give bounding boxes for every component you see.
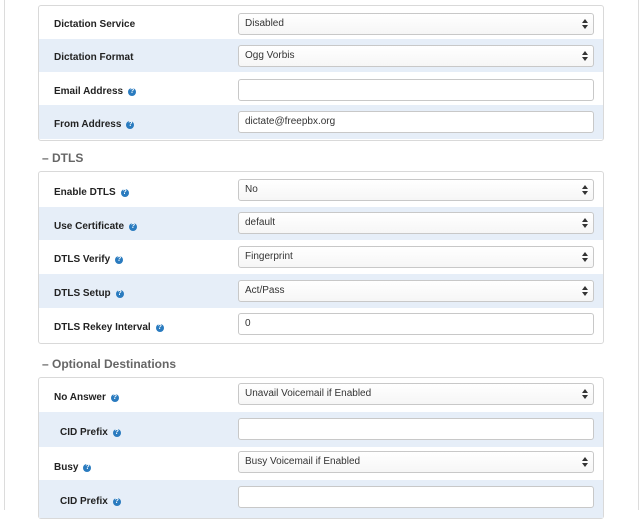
select-arrows-icon	[582, 216, 588, 230]
use-certificate-label: Use Certificate ?	[54, 221, 138, 232]
voicemail-settings-group: Dictation Service Disabled Dictation For…	[38, 5, 604, 141]
select-arrows-icon	[582, 250, 588, 264]
dtls-settings-group: Enable DTLS ? No Use Certificate ? defau…	[38, 171, 604, 344]
enable-dtls-label: Enable DTLS ?	[54, 187, 129, 198]
enable-dtls-select[interactable]: No	[238, 179, 594, 201]
select-arrows-icon	[582, 17, 588, 31]
help-icon[interactable]: ?	[129, 222, 138, 231]
email-address-input[interactable]	[238, 79, 594, 101]
dtls-setup-label: DTLS Setup ?	[54, 288, 124, 299]
help-icon[interactable]: ?	[112, 497, 121, 506]
no-answer-label: No Answer ?	[54, 392, 119, 403]
dtls-rekey-interval-input[interactable]: 0	[238, 313, 594, 335]
from-address-input[interactable]: dictate@freepbx.org	[238, 111, 594, 133]
select-arrows-icon	[582, 183, 588, 197]
dictation-format-label: Dictation Format	[54, 52, 134, 63]
optional-destinations-group: No Answer ? Unavail Voicemail if Enabled…	[38, 377, 604, 519]
dtls-section-title[interactable]: – DTLS	[42, 151, 83, 165]
from-address-row: From Address ? dictate@freepbx.org	[39, 105, 603, 139]
dictation-service-select[interactable]: Disabled	[238, 13, 594, 35]
help-icon[interactable]: ?	[120, 188, 129, 197]
busy-cid-prefix-row: CID Prefix ?	[39, 480, 603, 518]
enable-dtls-row: Enable DTLS ? No	[39, 172, 603, 207]
select-arrows-icon	[582, 49, 588, 63]
dictation-service-label: Dictation Service	[54, 19, 136, 30]
help-icon[interactable]: ?	[126, 120, 135, 129]
help-icon[interactable]: ?	[115, 255, 124, 264]
no-answer-cid-prefix-label: CID Prefix ?	[60, 427, 121, 438]
no-answer-row: No Answer ? Unavail Voicemail if Enabled	[39, 378, 603, 412]
no-answer-select[interactable]: Unavail Voicemail if Enabled	[238, 383, 594, 405]
dictation-service-row: Dictation Service Disabled	[39, 6, 603, 39]
dictation-format-row: Dictation Format Ogg Vorbis	[39, 39, 603, 72]
email-address-label: Email Address ?	[54, 86, 137, 97]
busy-label: Busy ?	[54, 462, 92, 473]
use-certificate-row: Use Certificate ? default	[39, 207, 603, 240]
help-icon[interactable]: ?	[110, 393, 119, 402]
busy-row: Busy ? Busy Voicemail if Enabled	[39, 447, 603, 480]
help-icon[interactable]: ?	[155, 323, 164, 332]
select-arrows-icon	[582, 455, 588, 469]
help-icon[interactable]: ?	[128, 87, 137, 96]
dtls-rekey-interval-row: DTLS Rekey Interval ? 0	[39, 308, 603, 342]
no-answer-cid-prefix-row: CID Prefix ?	[39, 412, 603, 447]
email-address-row: Email Address ?	[39, 72, 603, 105]
use-certificate-select[interactable]: default	[238, 212, 594, 234]
from-address-label: From Address ?	[54, 119, 135, 130]
dictation-format-select[interactable]: Ogg Vorbis	[238, 45, 594, 67]
dtls-verify-row: DTLS Verify ? Fingerprint	[39, 240, 603, 274]
busy-cid-prefix-input[interactable]	[238, 486, 594, 508]
dtls-verify-select[interactable]: Fingerprint	[238, 246, 594, 268]
optional-destinations-section-title[interactable]: – Optional Destinations	[42, 357, 176, 371]
dtls-setup-select[interactable]: Act/Pass	[238, 280, 594, 302]
busy-cid-prefix-label: CID Prefix ?	[60, 496, 121, 507]
busy-select[interactable]: Busy Voicemail if Enabled	[238, 451, 594, 473]
select-arrows-icon	[582, 387, 588, 401]
help-icon[interactable]: ?	[115, 289, 124, 298]
dtls-setup-row: DTLS Setup ? Act/Pass	[39, 274, 603, 308]
no-answer-cid-prefix-input[interactable]	[238, 418, 594, 440]
select-arrows-icon	[582, 284, 588, 298]
help-icon[interactable]: ?	[83, 463, 92, 472]
dtls-rekey-interval-label: DTLS Rekey Interval ?	[54, 322, 164, 333]
help-icon[interactable]: ?	[112, 428, 121, 437]
dtls-verify-label: DTLS Verify ?	[54, 254, 124, 265]
